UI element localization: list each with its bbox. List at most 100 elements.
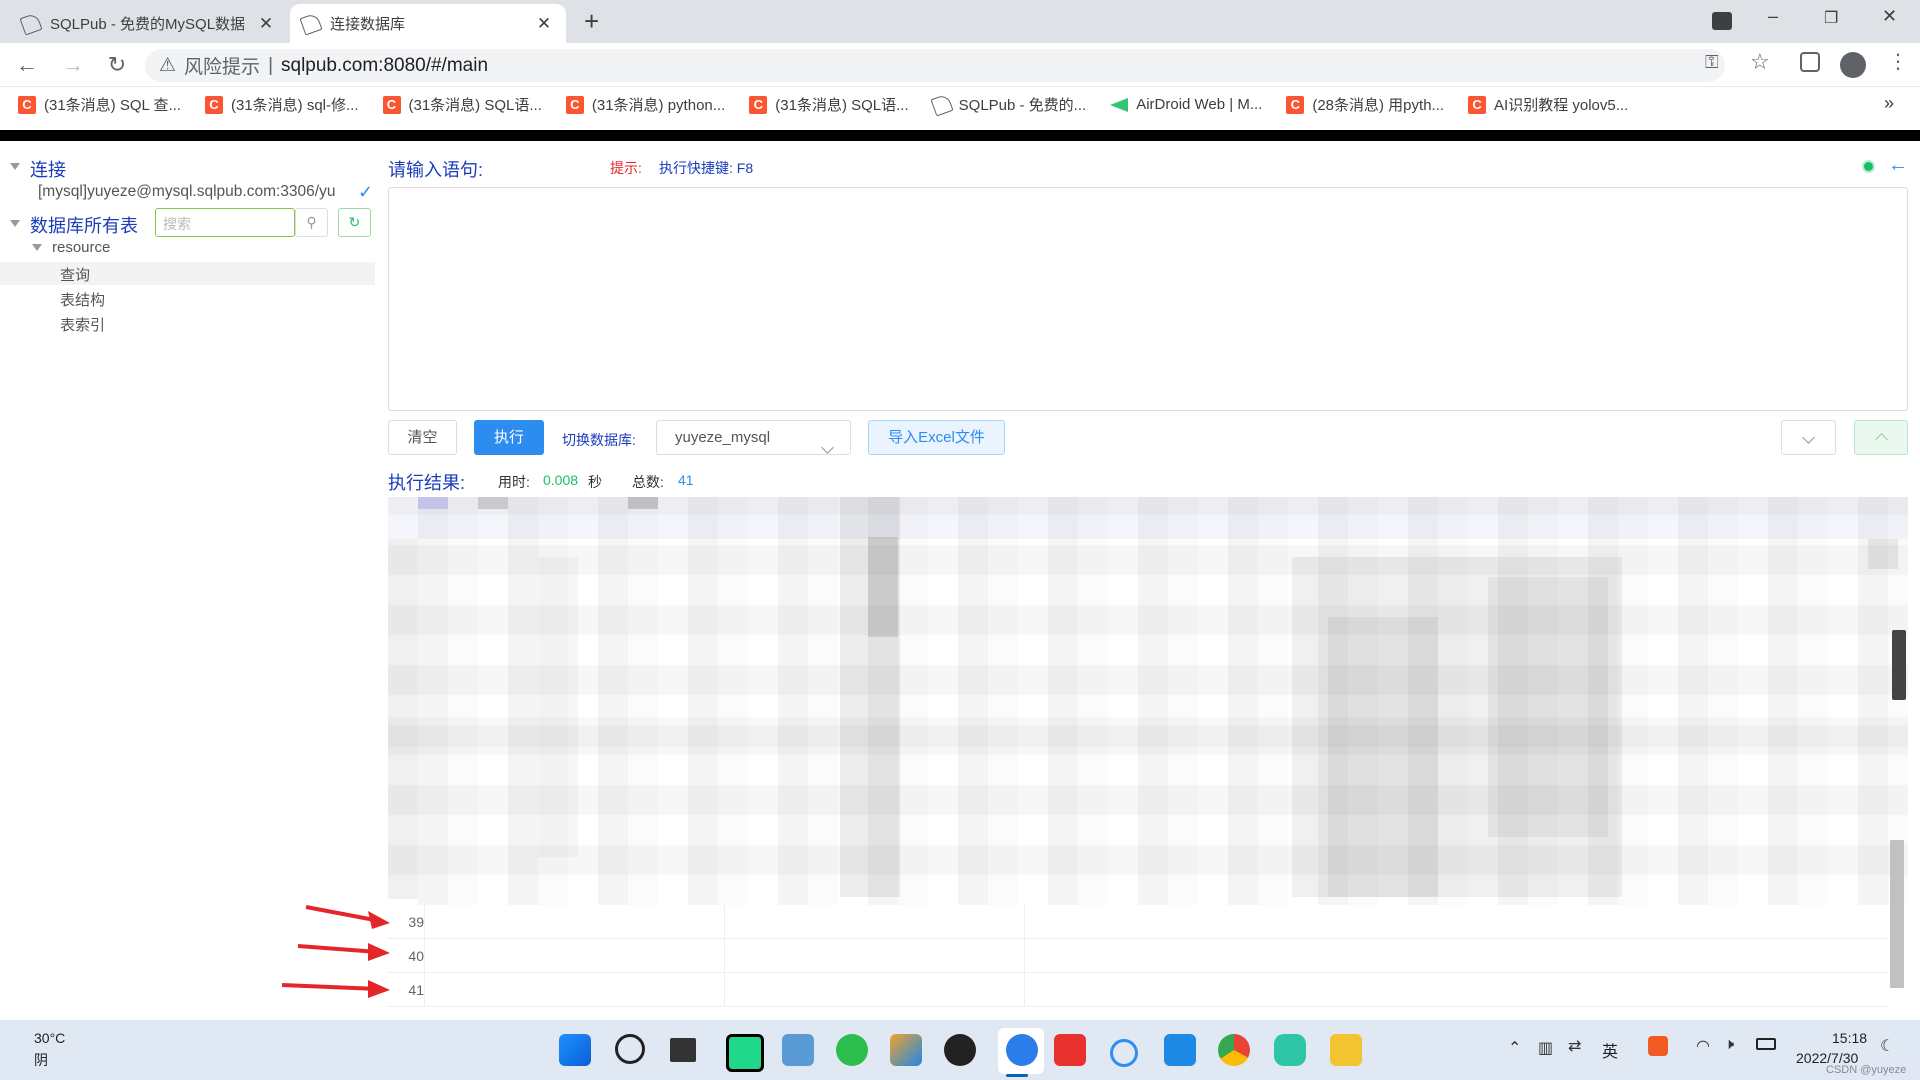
volume-muted-icon[interactable]: 🕨 xyxy=(1724,1036,1734,1054)
table-row[interactable]: 41 xyxy=(388,973,1888,1007)
pycharm-icon[interactable] xyxy=(726,1034,764,1072)
bookmark-item[interactable]: C (28条消息) 用pyth... xyxy=(1286,94,1444,115)
results-table-redacted xyxy=(388,497,1908,905)
search-icon[interactable]: ⚲ xyxy=(295,208,328,237)
app-icon[interactable] xyxy=(890,1034,922,1066)
security-warning[interactable]: 风险提示 xyxy=(184,52,260,79)
tab-connect-db[interactable]: 连接数据库 ✕ xyxy=(290,4,566,43)
collapse-arrow-icon[interactable]: ← xyxy=(1888,154,1908,177)
battery-icon[interactable] xyxy=(1756,1038,1776,1050)
huawei-icon[interactable] xyxy=(1054,1034,1086,1066)
warning-icon[interactable]: ⚠ xyxy=(159,54,176,77)
import-excel-button[interactable]: 导入Excel文件 xyxy=(868,420,1005,455)
bookmark-item[interactable]: C (31条消息) SQL语... xyxy=(749,94,909,115)
app-icon[interactable] xyxy=(1274,1034,1306,1066)
tab-strip: SQLPub - 免费的MySQL数据 ✕ 连接数据库 ✕ + – ❐ ✕ xyxy=(0,0,1920,43)
wifi-icon[interactable]: ◠ xyxy=(1696,1036,1710,1056)
panda-icon[interactable] xyxy=(944,1034,976,1066)
chevron-up-icon[interactable]: ⌃ xyxy=(1508,1038,1521,1058)
minimize-button[interactable]: – xyxy=(1768,6,1778,27)
table-row[interactable]: 39 xyxy=(388,905,1888,939)
database-select[interactable]: yuyeze_mysql xyxy=(656,420,851,455)
sqlpub-icon xyxy=(19,11,43,36)
table-row[interactable]: 40 xyxy=(388,939,1888,973)
restore-button[interactable]: ❐ xyxy=(1824,8,1838,28)
sql-editor[interactable] xyxy=(388,187,1908,411)
tray-app-icon[interactable]: ▥ xyxy=(1538,1038,1553,1058)
connection-title[interactable]: 连接 xyxy=(30,156,66,182)
expand-resource-icon[interactable] xyxy=(32,244,42,251)
extensions-icon[interactable] xyxy=(1800,52,1820,72)
tab-search-icon[interactable] xyxy=(1712,12,1732,30)
close-icon[interactable]: ✕ xyxy=(256,14,276,34)
expand-up-button[interactable] xyxy=(1854,420,1908,455)
results-scrollbar[interactable] xyxy=(1890,840,1904,988)
reload-icon[interactable]: ↻ xyxy=(104,52,130,78)
forward-icon[interactable]: → xyxy=(60,52,86,78)
search-icon[interactable] xyxy=(615,1034,645,1064)
tree-selected-row xyxy=(0,262,375,285)
collapse-connection-icon[interactable] xyxy=(10,163,20,170)
url-text[interactable]: sqlpub.com:8080/#/main xyxy=(281,55,488,77)
tree-item-structure[interactable]: 表结构 xyxy=(60,289,105,310)
bookmark-item[interactable]: C (31条消息) python... xyxy=(565,94,725,115)
expand-down-button[interactable] xyxy=(1781,420,1836,455)
close-icon[interactable]: ✕ xyxy=(534,14,554,34)
lark-icon[interactable] xyxy=(1164,1034,1196,1066)
clock-time[interactable]: 15:18 xyxy=(1832,1030,1867,1046)
sogou-icon[interactable] xyxy=(1648,1036,1668,1056)
chevron-up-icon xyxy=(1874,433,1888,446)
weather-desc[interactable]: 阴 xyxy=(34,1050,48,1070)
tree-item-index[interactable]: 表索引 xyxy=(60,314,105,335)
tab-sqlpub[interactable]: SQLPub - 免费的MySQL数据 ✕ xyxy=(10,4,288,43)
bookmark-item[interactable]: C (31条消息) SQL 查... xyxy=(18,94,181,115)
airdroid-icon xyxy=(1110,97,1129,112)
arrow-icon xyxy=(305,905,390,929)
browser-icon[interactable] xyxy=(1006,1034,1038,1066)
bookmark-item[interactable]: AirDroid Web | M... xyxy=(1110,96,1262,113)
switch-icon[interactable]: ⇄ xyxy=(1568,1036,1581,1056)
back-icon[interactable]: ← xyxy=(14,52,40,78)
wechat-icon[interactable] xyxy=(836,1034,868,1066)
weather-temp[interactable]: 30°C xyxy=(34,1030,65,1046)
active-indicator xyxy=(1006,1074,1028,1077)
address-bar[interactable]: ⚠ 风险提示 | sqlpub.com:8080/#/main xyxy=(145,49,1725,82)
status-indicator-icon xyxy=(1862,160,1875,173)
bookmark-label: AirDroid Web | M... xyxy=(1136,96,1263,113)
tree-item-query[interactable]: 查询 xyxy=(60,264,90,285)
ime-indicator[interactable]: 英 xyxy=(1602,1038,1618,1062)
side-handle[interactable] xyxy=(1892,630,1906,700)
refresh-icon[interactable]: ↻ xyxy=(338,208,371,237)
bookmark-star-icon[interactable]: ☆ xyxy=(1750,49,1770,75)
key-icon[interactable]: ⚿ xyxy=(1705,52,1719,73)
bookmark-item[interactable]: C AI识别教程 yolov5... xyxy=(1468,94,1628,115)
table-search-input[interactable]: 搜索 xyxy=(155,208,295,237)
tree-node-resource[interactable]: resource xyxy=(52,239,110,256)
start-icon[interactable] xyxy=(559,1034,591,1066)
bookmarks-more[interactable]: » xyxy=(1884,93,1894,114)
notification-icon[interactable]: ☾ xyxy=(1880,1036,1894,1056)
close-window-button[interactable]: ✕ xyxy=(1882,6,1897,27)
time-value: 0.008 xyxy=(543,472,579,488)
execute-button[interactable]: 执行 xyxy=(474,420,544,455)
bookmark-item[interactable]: C (31条消息) sql-修... xyxy=(204,94,359,115)
profile-avatar[interactable] xyxy=(1840,52,1866,78)
tables-title[interactable]: 数据库所有表 xyxy=(30,212,138,238)
clear-button[interactable]: 清空 xyxy=(388,420,457,455)
folder-icon[interactable] xyxy=(1330,1034,1362,1066)
sqlpub-icon xyxy=(930,92,954,117)
csdn-icon: C xyxy=(749,95,768,114)
new-tab-button[interactable]: + xyxy=(584,6,599,37)
files-icon[interactable] xyxy=(782,1034,814,1066)
task-view-icon[interactable] xyxy=(670,1038,696,1062)
chrome-icon[interactable] xyxy=(1218,1034,1250,1066)
menu-icon[interactable]: ⋮ xyxy=(1888,49,1908,74)
bookmark-item[interactable]: C (31条消息) SQL语... xyxy=(382,94,542,115)
cortana-icon[interactable] xyxy=(1110,1039,1138,1067)
collapse-tables-icon[interactable] xyxy=(10,220,20,227)
bookmark-label: SQLPub - 免费的... xyxy=(958,97,1087,114)
annotation-arrows xyxy=(281,905,390,998)
bookmark-item[interactable]: SQLPub - 免费的... xyxy=(930,92,1087,117)
tab-title: SQLPub - 免费的MySQL数据 xyxy=(50,16,246,33)
connection-string[interactable]: [mysql]yuyeze@mysql.sqlpub.com:3306/yu xyxy=(38,183,335,201)
